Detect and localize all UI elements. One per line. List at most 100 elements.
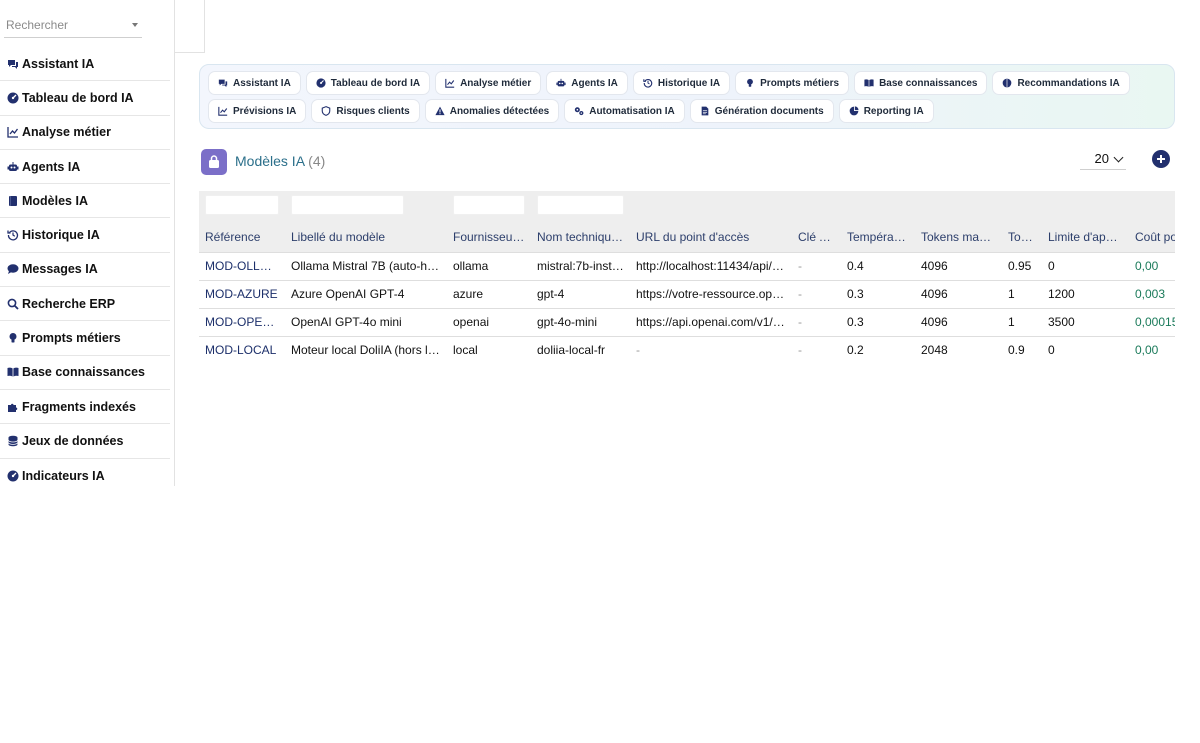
filter-input-technical-name[interactable] <box>537 195 624 215</box>
filter-input-reference[interactable] <box>205 195 279 215</box>
column-header[interactable]: Clé API <box>792 222 841 252</box>
table-cell: 0.3 <box>841 280 915 309</box>
sidebar-item-base-connaissances[interactable]: Base connaissances <box>0 356 170 390</box>
column-header[interactable]: Nom technique… <box>531 222 630 252</box>
robot-icon <box>6 161 20 173</box>
table-cell: 4096 <box>915 251 1002 281</box>
sidebar-item-modeles-ia[interactable]: Modèles IA <box>0 184 170 219</box>
page-title: Modèles IA (4) <box>235 153 325 169</box>
table-row[interactable]: MOD-OLLAMA Ollama Mistral 7B (auto-héb… ol… <box>199 251 1175 281</box>
sidebar: Assistant IA Tableau de bord IA Analyse mé… <box>0 0 175 486</box>
sidebar-item-label: Base connaissances <box>22 365 145 380</box>
column-header[interactable]: Limite d'app… <box>1042 222 1129 252</box>
pie-chart-icon <box>849 106 859 116</box>
tab-anomalies-detectees[interactable]: Anomalies détectées <box>424 99 560 123</box>
tab-label: Base connaissances <box>879 77 978 89</box>
table-cell: doliia-local-fr <box>531 336 630 364</box>
brain-icon <box>1002 78 1012 88</box>
tab-recommandations-ia[interactable]: Recommandations IA <box>992 71 1130 95</box>
search-input[interactable] <box>4 14 142 36</box>
tab-agents-ia[interactable]: Agents IA <box>546 71 628 95</box>
add-record-button[interactable] <box>1152 150 1170 168</box>
chart-line-icon <box>445 78 455 88</box>
tab-reporting-ia[interactable]: Reporting IA <box>838 99 934 123</box>
tab-label: Prévisions IA <box>233 105 297 117</box>
sidebar-item-indicateurs-ia[interactable]: Indicateurs IA <box>0 459 170 493</box>
sidebar-item-agents-ia[interactable]: Agents IA <box>0 150 170 185</box>
table-cell: 2048 <box>915 336 1002 364</box>
filter-cell <box>1042 191 1129 222</box>
reference-link[interactable]: MOD-OPENAI <box>199 308 285 337</box>
filter-cell <box>1129 191 1175 222</box>
column-header[interactable]: Libellé du modèle <box>285 222 447 252</box>
caret-down-icon[interactable] <box>132 23 138 27</box>
table-cell: 0.95 <box>1002 251 1042 281</box>
sidebar-item-label: Indicateurs IA <box>22 468 105 483</box>
gauge-icon <box>6 470 20 482</box>
column-header[interactable]: Température <box>841 222 915 252</box>
column-header[interactable]: URL du point d'accès <box>630 222 792 252</box>
sidebar-item-assistant-ia[interactable]: Assistant IA <box>0 47 170 82</box>
sidebar-item-historique-ia[interactable]: Historique IA <box>0 218 170 253</box>
sidebar-item-recherche-erp[interactable]: Recherche ERP <box>0 287 170 322</box>
column-header[interactable]: Référence <box>199 222 285 252</box>
column-header[interactable]: Tokens maxi… <box>915 222 1002 252</box>
page-title-text: Modèles IA <box>235 153 305 169</box>
column-header[interactable]: Top P <box>1002 222 1042 252</box>
table-cell: 0,00 <box>1129 251 1175 281</box>
sidebar-item-jeux-de-donnees[interactable]: Jeux de données <box>0 424 170 459</box>
reference-link[interactable]: MOD-OLLAMA <box>199 251 285 281</box>
tabs-row-2: Prévisions IA Risques clients Anomalies dé… <box>208 99 934 123</box>
column-header[interactable]: Coût po… <box>1129 222 1175 252</box>
table-cell: 0.9 <box>1002 336 1042 364</box>
lightbulb-icon <box>6 332 20 344</box>
table-cell: gpt-4 <box>531 280 630 309</box>
table-cell: http://localhost:11434/api/chat <box>630 251 792 281</box>
header-row: Référence Libellé du modèle Fournisseur IA… <box>199 222 1175 252</box>
table-body: MOD-OLLAMA Ollama Mistral 7B (auto-héb… ol… <box>199 251 1175 364</box>
table-cell: 4096 <box>915 280 1002 309</box>
table-row[interactable]: MOD-AZURE Azure OpenAI GPT-4 azure gpt-4 htt… <box>199 280 1175 309</box>
sidebar-item-messages-ia[interactable]: Messages IA <box>0 253 170 288</box>
tab-risques-clients[interactable]: Risques clients <box>311 99 420 123</box>
tab-automatisation-ia[interactable]: Automatisation IA <box>564 99 685 123</box>
filter-cell <box>531 191 630 222</box>
book-icon <box>6 195 20 207</box>
tab-label: Historique IA <box>657 77 721 89</box>
table-cell: azure <box>447 280 531 309</box>
reference-link[interactable]: MOD-LOCAL <box>199 336 285 364</box>
filter-cell <box>447 191 531 222</box>
gears-icon <box>574 106 584 116</box>
sidebar-item-tableau-de-bord-ia[interactable]: Tableau de bord IA <box>0 81 170 116</box>
tab-assistant-ia[interactable]: Assistant IA <box>208 71 301 95</box>
robot-icon <box>556 78 566 88</box>
sidebar-item-prompts-metiers[interactable]: Prompts métiers <box>0 321 170 356</box>
sidebar-item-analyse-metier[interactable]: Analyse métier <box>0 116 170 150</box>
tab-analyse-metier[interactable]: Analyse métier <box>435 71 542 95</box>
tab-tableau-de-bord-ia[interactable]: Tableau de bord IA <box>305 71 431 95</box>
open-book-icon <box>6 366 20 378</box>
filter-input-label[interactable] <box>291 195 404 215</box>
table-row[interactable]: MOD-OPENAI OpenAI GPT-4o mini openai gpt-4o… <box>199 308 1175 337</box>
sidebar-item-label: Messages IA <box>22 262 98 277</box>
reference-link[interactable]: MOD-AZURE <box>199 280 285 309</box>
search-field[interactable] <box>4 14 142 38</box>
tab-previsions-ia[interactable]: Prévisions IA <box>208 99 307 123</box>
filter-row <box>199 191 1175 222</box>
table-cell: - <box>630 336 792 364</box>
filter-cell <box>199 191 285 222</box>
tab-base-connaissances[interactable]: Base connaissances <box>854 71 988 95</box>
column-header[interactable]: Fournisseur IA <box>447 222 531 252</box>
sidebar-item-label: Fragments indexés <box>22 399 136 414</box>
per-page-select[interactable]: 20 <box>1080 148 1126 170</box>
tab-generation-documents[interactable]: Génération documents <box>689 99 834 123</box>
table-row[interactable]: MOD-LOCAL Moteur local DoliIA (hors lig… l… <box>199 336 1175 364</box>
shield-icon <box>321 106 331 116</box>
table-cell: local <box>447 336 531 364</box>
filter-input-provider[interactable] <box>453 195 525 215</box>
tab-prompts-metiers[interactable]: Prompts métiers <box>735 71 850 95</box>
tab-historique-ia[interactable]: Historique IA <box>632 71 731 95</box>
tab-label: Prompts métiers <box>760 77 840 89</box>
sidebar-item-label: Jeux de données <box>22 433 124 448</box>
sidebar-item-fragments-indexes[interactable]: Fragments indexés <box>0 390 170 425</box>
